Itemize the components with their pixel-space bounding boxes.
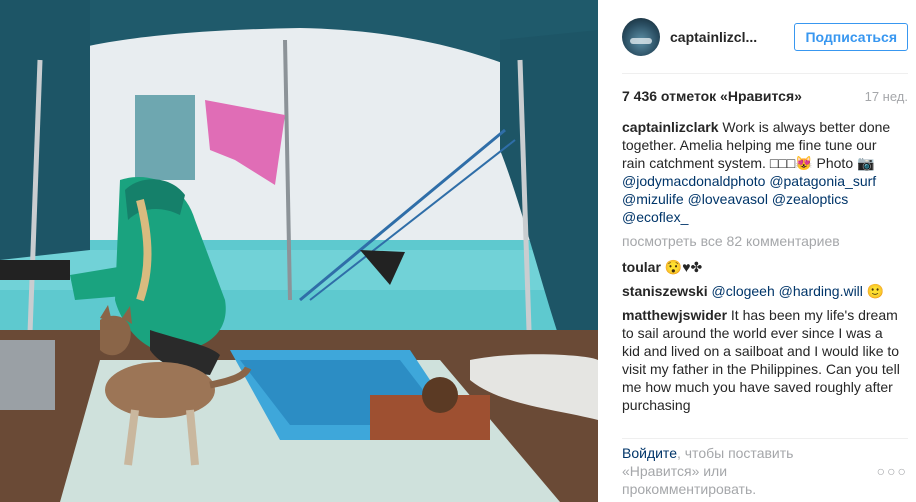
author-username[interactable]: captainlizcl... <box>670 29 794 45</box>
comment-item: matthewjswider It has been my life's dre… <box>622 306 902 414</box>
comments-list: captainlizclark Work is always better do… <box>622 118 908 438</box>
mention-link[interactable]: @patagonia_surf <box>769 173 876 189</box>
post-age[interactable]: 17 нед. <box>865 89 908 104</box>
post-sidebar: captainlizcl... Подписаться 7 436 отмето… <box>598 0 916 502</box>
comment-text: 😯♥✤ <box>664 259 703 275</box>
comment-item: toular 😯♥✤ <box>622 258 902 276</box>
post-meta: 7 436 отметок «Нравится» 17 нед. <box>622 74 908 118</box>
comment-username[interactable]: matthewjswider <box>622 307 727 323</box>
login-prompt: Войдите, чтобы поставить «Нравится» или … <box>622 444 822 498</box>
mention-link[interactable]: @clogeeh <box>712 283 775 299</box>
login-link[interactable]: Войдите <box>622 445 677 461</box>
caption: captainlizclark Work is always better do… <box>622 118 902 226</box>
photo-illustration <box>0 0 598 502</box>
mention-link[interactable]: @jodymacdonaldphoto <box>622 173 765 189</box>
comment-item: staniszewski @clogeeh @harding.will 🙂 <box>622 282 902 300</box>
likes-count[interactable]: 7 436 отметок «Нравится» <box>622 88 802 104</box>
mention-link[interactable]: @loveavasol <box>688 191 768 207</box>
caption-username[interactable]: captainlizclark <box>622 119 719 135</box>
mention-link[interactable]: @harding.will <box>779 283 863 299</box>
ellipsis-icon[interactable]: ○○○ <box>877 463 908 479</box>
view-all-comments-link[interactable]: посмотреть все 82 комментариев <box>622 232 902 250</box>
comment-emoji: 🙂 <box>866 283 885 299</box>
mention-link[interactable]: @mizulife <box>622 191 684 207</box>
post-header: captainlizcl... Подписаться <box>622 0 908 74</box>
avatar[interactable] <box>622 17 660 56</box>
post-footer: Войдите, чтобы поставить «Нравится» или … <box>622 438 908 502</box>
follow-button[interactable]: Подписаться <box>794 22 908 51</box>
mention-link[interactable]: @zealoptics <box>772 191 848 207</box>
comment-username[interactable]: toular <box>622 259 661 275</box>
post-photo[interactable] <box>0 0 598 502</box>
mention-link[interactable]: @ecoflex_ <box>622 209 688 225</box>
comment-username[interactable]: staniszewski <box>622 283 708 299</box>
